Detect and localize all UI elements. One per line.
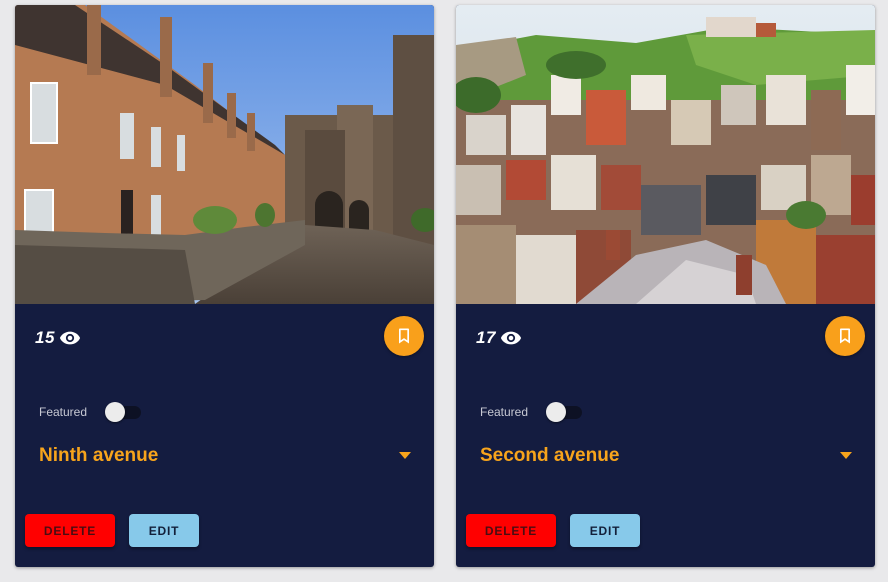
featured-label: Featured <box>39 405 88 419</box>
caret-down-icon[interactable] <box>840 452 852 459</box>
edit-button[interactable]: EDIT <box>129 514 199 547</box>
eye-icon <box>500 327 522 349</box>
listing-card: 15 Featured Ninth avenue DELETE EDIT <box>15 5 434 567</box>
card-photo[interactable] <box>15 5 434 304</box>
card-grid: 15 Featured Ninth avenue DELETE EDIT 17 … <box>0 0 888 582</box>
delete-button[interactable]: DELETE <box>466 514 556 547</box>
toggle-thumb <box>105 402 125 422</box>
featured-toggle[interactable] <box>546 401 582 423</box>
title-dropdown[interactable]: Ninth avenue <box>39 443 411 469</box>
edit-button[interactable]: EDIT <box>570 514 640 547</box>
view-count: 15 <box>35 327 81 349</box>
bookmark-button[interactable] <box>384 316 424 356</box>
delete-button[interactable]: DELETE <box>25 514 115 547</box>
street-photo <box>15 5 434 304</box>
card-title: Second avenue <box>480 445 620 466</box>
bookmark-icon <box>840 328 850 344</box>
view-count-value: 17 <box>476 328 496 347</box>
eye-icon <box>59 327 81 349</box>
town-photo <box>456 5 875 304</box>
caret-down-icon[interactable] <box>399 452 411 459</box>
view-count: 17 <box>476 327 522 349</box>
bookmark-icon <box>399 328 409 344</box>
card-title: Ninth avenue <box>39 445 159 466</box>
title-dropdown[interactable]: Second avenue <box>480 443 852 469</box>
card-photo[interactable] <box>456 5 875 304</box>
bookmark-button[interactable] <box>825 316 865 356</box>
toggle-thumb <box>546 402 566 422</box>
view-count-value: 15 <box>35 328 55 347</box>
featured-label: Featured <box>480 405 529 419</box>
featured-toggle[interactable] <box>105 401 141 423</box>
listing-card: 17 Featured Second avenue DELETE EDIT <box>456 5 875 567</box>
